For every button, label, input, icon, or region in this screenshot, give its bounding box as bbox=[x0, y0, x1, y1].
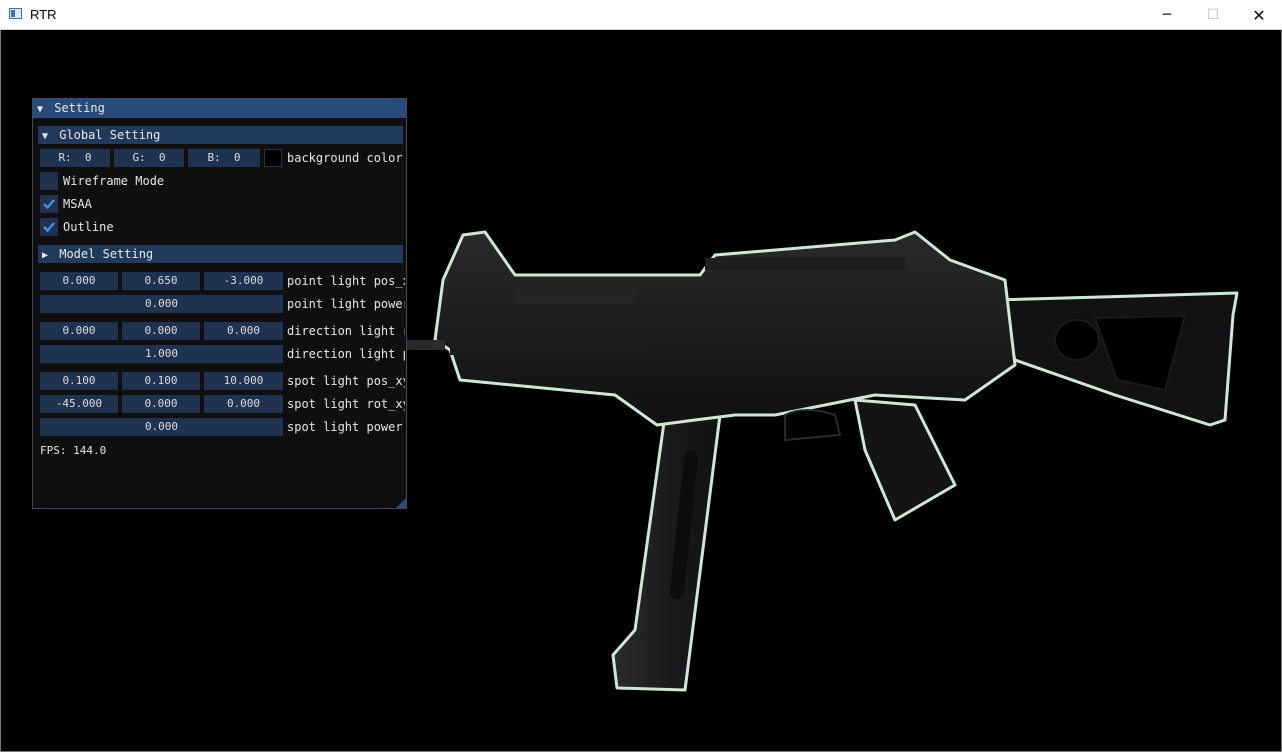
point-pos-label: point light pos_x bbox=[287, 274, 405, 288]
spot-pos-label: spot light pos_xy bbox=[287, 374, 405, 388]
dir-rot-z-input[interactable]: 0.000 bbox=[204, 322, 283, 340]
close-icon: ✕ bbox=[1252, 5, 1266, 25]
point-pos-z-input[interactable]: -3.000 bbox=[204, 272, 283, 290]
wireframe-label: Wireframe Mode bbox=[63, 174, 165, 188]
spot-rot-y-input[interactable]: 0.000 bbox=[122, 395, 200, 413]
point-pos-x-input[interactable]: 0.000 bbox=[40, 272, 118, 290]
spot-power-label: spot light power bbox=[287, 420, 403, 434]
outline-label: Outline bbox=[63, 220, 114, 234]
dir-power-label: direction light p bbox=[287, 347, 405, 361]
spot-pos-z-input[interactable]: 10.000 bbox=[204, 372, 283, 390]
checkmark-icon bbox=[43, 199, 55, 210]
settings-title: Setting bbox=[54, 101, 105, 115]
gun-model bbox=[395, 230, 1239, 692]
window-title: RTR bbox=[30, 7, 57, 22]
spot-rot-x-input[interactable]: -45.000 bbox=[40, 395, 118, 413]
expand-arrow-icon: ▼ bbox=[41, 131, 49, 142]
outline-checkbox[interactable] bbox=[40, 218, 58, 236]
point-power-label: point light power bbox=[287, 297, 405, 311]
dir-rot-y-input[interactable]: 0.000 bbox=[122, 322, 200, 340]
spot-rot-z-input[interactable]: 0.000 bbox=[204, 395, 283, 413]
point-power-slider[interactable]: 0.000 bbox=[40, 295, 283, 313]
bg-r-input[interactable]: R: 0 bbox=[40, 149, 110, 167]
minimize-icon: ─ bbox=[1162, 7, 1172, 23]
global-setting-title: Global Setting bbox=[59, 128, 161, 142]
bg-color-swatch[interactable] bbox=[264, 149, 282, 167]
settings-panel[interactable]: ▼ Setting ▼ Global Setting R: 0 G: 0 B: … bbox=[32, 98, 407, 509]
bg-g-input[interactable]: G: 0 bbox=[114, 149, 184, 167]
model-setting-header[interactable]: ▶ Model Setting bbox=[38, 245, 403, 263]
maximize-button[interactable]: ☐ bbox=[1190, 0, 1236, 30]
wireframe-checkbox[interactable] bbox=[40, 172, 58, 190]
bg-color-label: background color bbox=[287, 151, 403, 165]
bg-b-input[interactable]: B: 0 bbox=[188, 149, 260, 167]
settings-header[interactable]: ▼ Setting bbox=[33, 99, 406, 118]
msaa-label: MSAA bbox=[63, 197, 92, 211]
magazine bbox=[611, 413, 722, 692]
minimize-button[interactable]: ─ bbox=[1144, 0, 1190, 30]
close-button[interactable]: ✕ bbox=[1236, 0, 1282, 30]
dir-power-slider[interactable]: 1.000 bbox=[40, 345, 283, 363]
dir-rot-label: direction light r bbox=[287, 324, 405, 338]
spot-power-slider[interactable]: 0.000 bbox=[40, 418, 283, 436]
resize-grip[interactable] bbox=[396, 498, 406, 508]
point-pos-y-input[interactable]: 0.650 bbox=[122, 272, 200, 290]
spot-pos-x-input[interactable]: 0.100 bbox=[40, 372, 118, 390]
pistol-grip bbox=[853, 398, 957, 522]
checkmark-icon bbox=[43, 222, 55, 233]
expand-arrow-icon: ▶ bbox=[41, 250, 49, 261]
global-setting-header[interactable]: ▼ Global Setting bbox=[38, 126, 403, 144]
fps-counter: FPS: 144.0 bbox=[40, 444, 107, 457]
spot-rot-label: spot light rot_xy bbox=[287, 397, 405, 411]
dir-rot-x-input[interactable]: 0.000 bbox=[40, 322, 118, 340]
maximize-icon: ☐ bbox=[1206, 7, 1220, 23]
model-setting-title: Model Setting bbox=[59, 247, 154, 261]
collapse-arrow-icon: ▼ bbox=[36, 104, 44, 115]
spot-pos-y-input[interactable]: 0.100 bbox=[122, 372, 200, 390]
title-bar: RTR ─ ☐ ✕ bbox=[0, 0, 1282, 30]
app-icon bbox=[9, 8, 22, 19]
msaa-checkbox[interactable] bbox=[40, 195, 58, 213]
